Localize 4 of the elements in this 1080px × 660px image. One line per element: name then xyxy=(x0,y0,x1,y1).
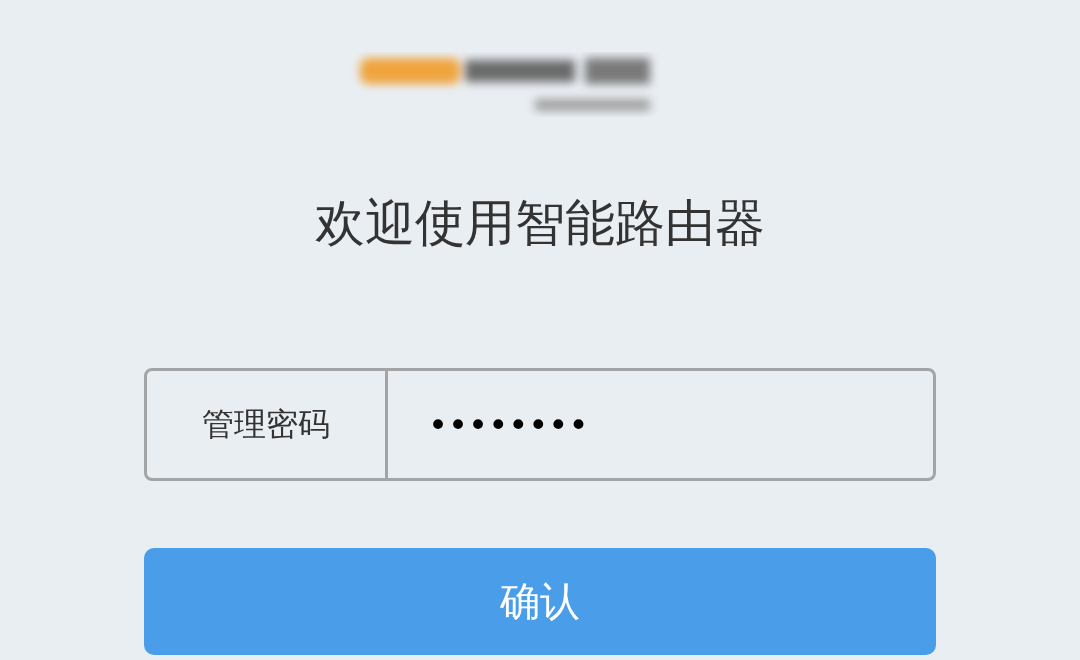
password-field[interactable]: 管理密码 •••••••• xyxy=(144,368,936,481)
page-title: 欢迎使用智能路由器 xyxy=(315,193,765,254)
field-label: 管理密码 xyxy=(147,371,388,478)
password-input[interactable]: •••••••• xyxy=(388,371,933,478)
